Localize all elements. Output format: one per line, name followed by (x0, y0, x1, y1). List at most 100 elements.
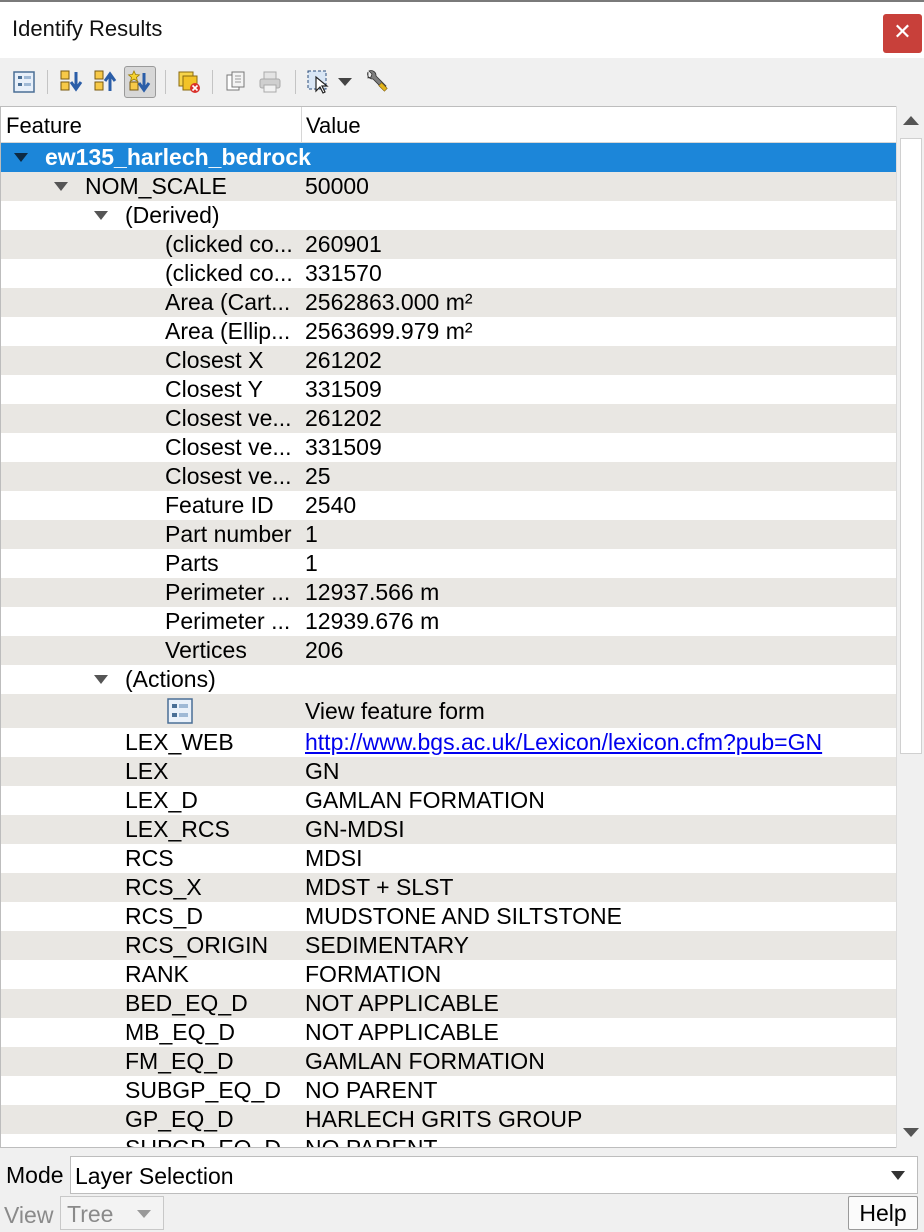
tree-row[interactable]: RCS_ORIGIN SEDIMENTARY (1, 931, 896, 960)
dropdown-arrow-icon[interactable] (333, 66, 357, 98)
print-icon[interactable] (254, 66, 286, 98)
copy-feature-icon[interactable] (220, 66, 252, 98)
collapse-caret-icon[interactable] (94, 211, 108, 220)
tree-row[interactable]: RANK FORMATION (1, 960, 896, 989)
tree-row[interactable]: NOM_SCALE 50000 (1, 172, 896, 201)
view-feature-form-icon[interactable] (8, 66, 40, 98)
tree-header: Feature Value (1, 107, 896, 143)
attribute-value: NOT APPLICABLE (305, 990, 499, 1016)
layer-row[interactable]: ew135_harlech_bedrock (1, 143, 896, 172)
attribute-value: 261202 (305, 405, 382, 431)
tree-rows: ew135_harlech_bedrock NOM_SCALE 50000 (D… (1, 143, 896, 1148)
feature-column-header[interactable]: Feature (6, 113, 82, 139)
view-label: View (4, 1202, 54, 1228)
tree-row[interactable]: MB_EQ_D NOT APPLICABLE (1, 1018, 896, 1047)
collapse-caret-icon[interactable] (54, 182, 68, 191)
select-features-icon[interactable] (303, 66, 335, 98)
feature-name: NOM_SCALE (85, 173, 227, 199)
tree-row[interactable]: SUPGP_EQ_D NO PARENT (1, 1134, 896, 1148)
tree-row[interactable]: SUBGP_EQ_D NO PARENT (1, 1076, 896, 1105)
clear-results-icon[interactable] (173, 66, 205, 98)
attribute-value: HARLECH GRITS GROUP (305, 1106, 583, 1132)
tree-row[interactable]: RCS MDSI (1, 844, 896, 873)
attribute-name: LEX (125, 758, 169, 784)
tree-row[interactable]: LEX_RCS GN-MDSI (1, 815, 896, 844)
tree-row[interactable]: Closest ve... 261202 (1, 404, 896, 433)
actions-group-label: (Actions) (125, 666, 216, 692)
settings-wrench-icon[interactable] (360, 66, 392, 98)
tree-row[interactable]: GP_EQ_D HARLECH GRITS GROUP (1, 1105, 896, 1134)
collapse-caret-icon[interactable] (14, 153, 28, 162)
view-select[interactable]: Tree (60, 1196, 164, 1230)
tree-row[interactable]: (Derived) (1, 201, 896, 230)
tree-row[interactable]: (clicked co... 331570 (1, 259, 896, 288)
chevron-down-icon[interactable] (891, 1171, 905, 1180)
close-icon[interactable]: ✕ (893, 20, 911, 45)
tree-row[interactable]: Parts 1 (1, 549, 896, 578)
tree-row[interactable]: View feature form (1, 694, 896, 728)
mode-label: Mode (6, 1162, 64, 1188)
toolbar-separator (165, 70, 166, 94)
attribute-name: Closest ve... (165, 434, 292, 460)
close-button[interactable]: ✕ (883, 14, 922, 53)
tree-row[interactable]: (clicked co... 260901 (1, 230, 896, 259)
column-divider[interactable] (301, 107, 302, 143)
chevron-down-icon[interactable] (137, 1210, 151, 1218)
attribute-value: 260901 (305, 231, 382, 257)
help-button[interactable]: Help (848, 1196, 918, 1230)
scroll-up-arrow-icon[interactable] (903, 116, 919, 125)
tree-row[interactable]: Closest ve... 331509 (1, 433, 896, 462)
scroll-down-arrow-icon[interactable] (903, 1128, 919, 1137)
tree-row[interactable]: LEX_WEB http://www.bgs.ac.uk/Lexicon/lexi… (1, 728, 896, 757)
attribute-value: NOT APPLICABLE (305, 1019, 499, 1045)
title-bar-border (0, 0, 924, 2)
attribute-name: SUPGP_EQ_D (125, 1135, 281, 1148)
tree-row[interactable]: Closest Y 331509 (1, 375, 896, 404)
attribute-name: RANK (125, 961, 189, 987)
tree-row[interactable]: RCS_D MUDSTONE AND SILTSTONE (1, 902, 896, 931)
tree-row[interactable]: FM_EQ_D GAMLAN FORMATION (1, 1047, 896, 1076)
tree-row[interactable]: Perimeter ... 12937.566 m (1, 578, 896, 607)
attribute-value: 25 (305, 463, 331, 489)
attribute-name: LEX_WEB (125, 729, 234, 755)
collapse-caret-icon[interactable] (94, 675, 108, 684)
expand-tree-icon[interactable] (56, 66, 88, 98)
tree-row[interactable]: Closest X 261202 (1, 346, 896, 375)
attribute-name: Parts (165, 550, 219, 576)
attribute-value: NO PARENT (305, 1135, 438, 1148)
attribute-value: 331509 (305, 376, 382, 402)
view-feature-form-action[interactable]: View feature form (305, 694, 485, 728)
attribute-name: MB_EQ_D (125, 1019, 235, 1045)
tree-row[interactable]: Area (Cart... 2562863.000 m² (1, 288, 896, 317)
attribute-value: 206 (305, 637, 344, 663)
attribute-value: 12937.566 m (305, 579, 440, 605)
tree-row[interactable]: (Actions) (1, 665, 896, 694)
tree-row[interactable]: Area (Ellip... 2563699.979 m² (1, 317, 896, 346)
identify-results-tree[interactable]: Feature Value ew135_harlech_bedrock NOM_… (0, 106, 896, 1148)
attribute-value: 12939.676 m (305, 608, 440, 634)
attribute-name: Feature ID (165, 492, 274, 518)
attribute-name: SUBGP_EQ_D (125, 1077, 281, 1103)
mode-select[interactable]: Layer Selection (70, 1156, 918, 1194)
tree-row[interactable]: Part number 1 (1, 520, 896, 549)
tree-row[interactable]: Feature ID 2540 (1, 491, 896, 520)
tree-row[interactable]: LEX_D GAMLAN FORMATION (1, 786, 896, 815)
value-column-header[interactable]: Value (306, 113, 361, 139)
attribute-name: (clicked co... (165, 231, 293, 257)
view-feature-form-action-icon[interactable] (167, 698, 193, 724)
collapse-tree-icon[interactable] (90, 66, 122, 98)
tree-row[interactable]: LEX GN (1, 757, 896, 786)
lex-web-link[interactable]: http://www.bgs.ac.uk/Lexicon/lexicon.cfm… (305, 728, 822, 757)
tree-row[interactable]: Vertices 206 (1, 636, 896, 665)
title-bar: Identify Results ✕ (0, 0, 924, 58)
tree-row[interactable]: Closest ve... 25 (1, 462, 896, 491)
tree-row[interactable]: BED_EQ_D NOT APPLICABLE (1, 989, 896, 1018)
tree-row[interactable]: Perimeter ... 12939.676 m (1, 607, 896, 636)
scrollbar-thumb[interactable] (900, 138, 922, 754)
vertical-scrollbar[interactable] (896, 106, 924, 1148)
tree-row[interactable]: RCS_X MDST + SLST (1, 873, 896, 902)
attribute-value: GN (305, 758, 340, 784)
toolbar-separator (295, 70, 296, 94)
expand-new-results-icon[interactable] (124, 66, 156, 98)
attribute-value: NO PARENT (305, 1077, 438, 1103)
